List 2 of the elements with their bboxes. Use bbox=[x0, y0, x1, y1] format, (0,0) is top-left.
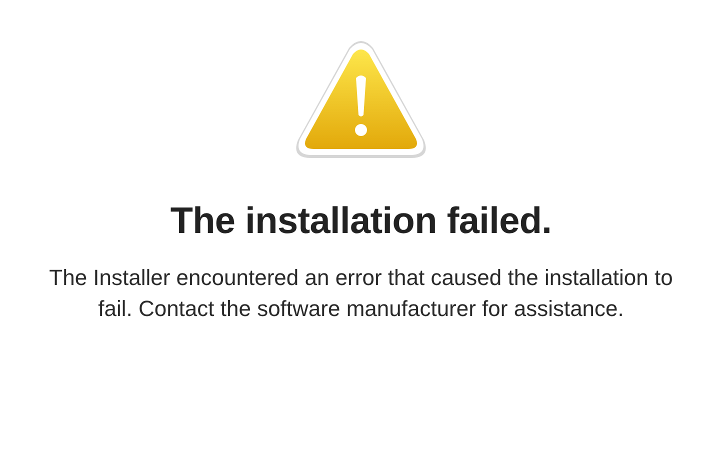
alert-message: The Installer encountered an error that caused the installation to fail. Contact the software manufacturer for assistance. bbox=[48, 264, 674, 323]
alert-title: The installation failed. bbox=[170, 200, 552, 242]
